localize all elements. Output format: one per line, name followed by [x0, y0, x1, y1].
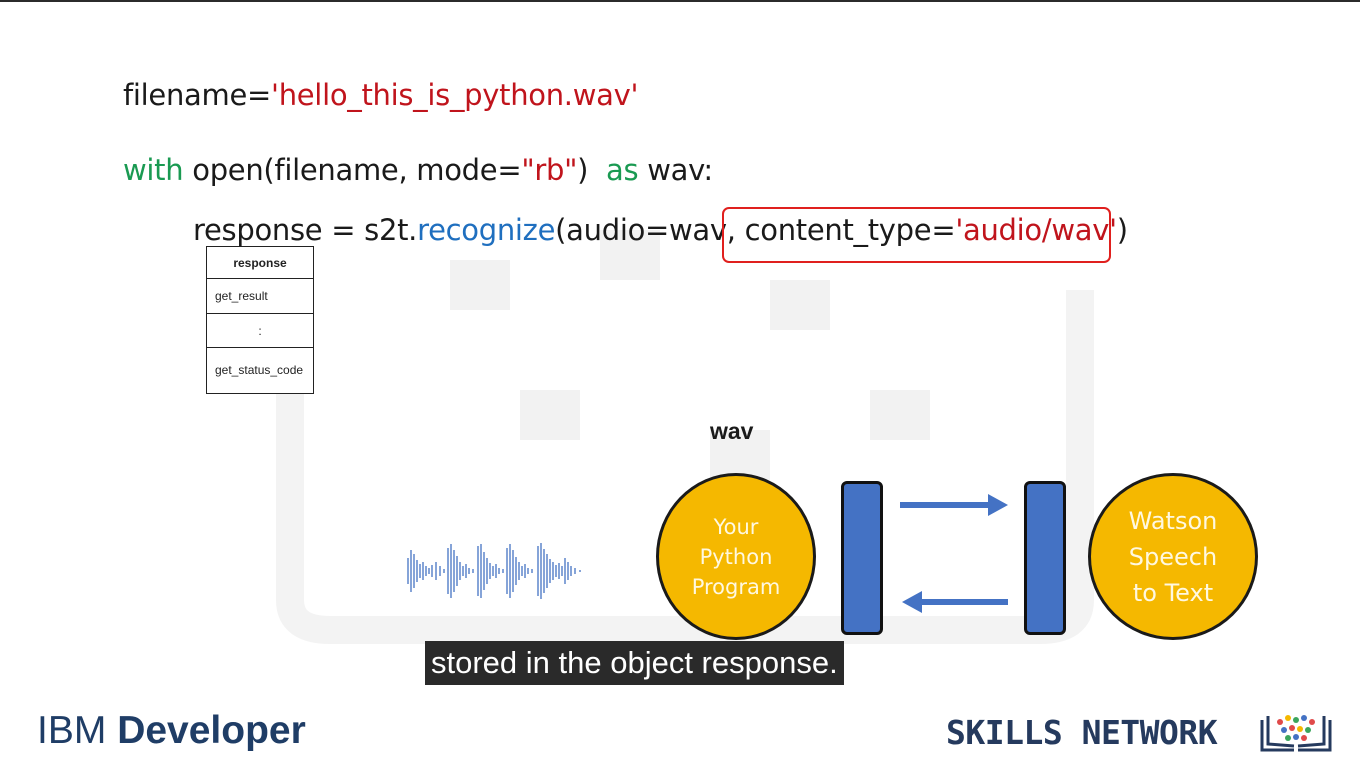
watson-line-3: to Text: [1132, 578, 1214, 607]
watson-line-2: Speech: [1128, 542, 1218, 571]
watson-speech-to-text-circle: Watson Speech to Text: [1088, 473, 1258, 640]
top-border: [0, 0, 1360, 2]
code-line-filename: filename='hello_this_is_python.wav': [123, 78, 639, 112]
code-line-with-open: with open(filename, mode="rb") as wav:: [123, 153, 713, 187]
right-arrow-icon: [900, 494, 1008, 516]
skills-network-book-icon: [1260, 715, 1332, 752]
python-program-circle: Your Python Program: [656, 473, 816, 640]
content-type-highlight: [722, 207, 1111, 263]
video-caption: stored in the object response.: [425, 641, 844, 685]
python-program-line-2: Python: [699, 544, 773, 569]
skills-network-logo-text: SKILLS NETWORK: [946, 713, 1218, 752]
watson-line-1: Watson: [1128, 506, 1218, 535]
python-program-line-3: Program: [691, 574, 781, 599]
response-method-ellipsis: :: [206, 313, 314, 348]
server-endpoint-bar: [1024, 481, 1066, 635]
response-method-get-status-code: get_status_code: [206, 347, 314, 394]
ibm-developer-logo: IBM Developer: [37, 709, 306, 752]
request-response-arrows: [900, 494, 1008, 613]
audio-waveform-icon: [407, 543, 581, 599]
response-table-header: response: [206, 246, 314, 279]
left-arrow-icon: [902, 591, 1008, 613]
python-program-line-1: Your: [713, 514, 759, 539]
response-object-table: response get_result : get_status_code: [206, 246, 314, 394]
wav-label: wav: [710, 418, 754, 444]
response-method-get-result: get_result: [206, 278, 314, 314]
client-endpoint-bar: [841, 481, 883, 635]
